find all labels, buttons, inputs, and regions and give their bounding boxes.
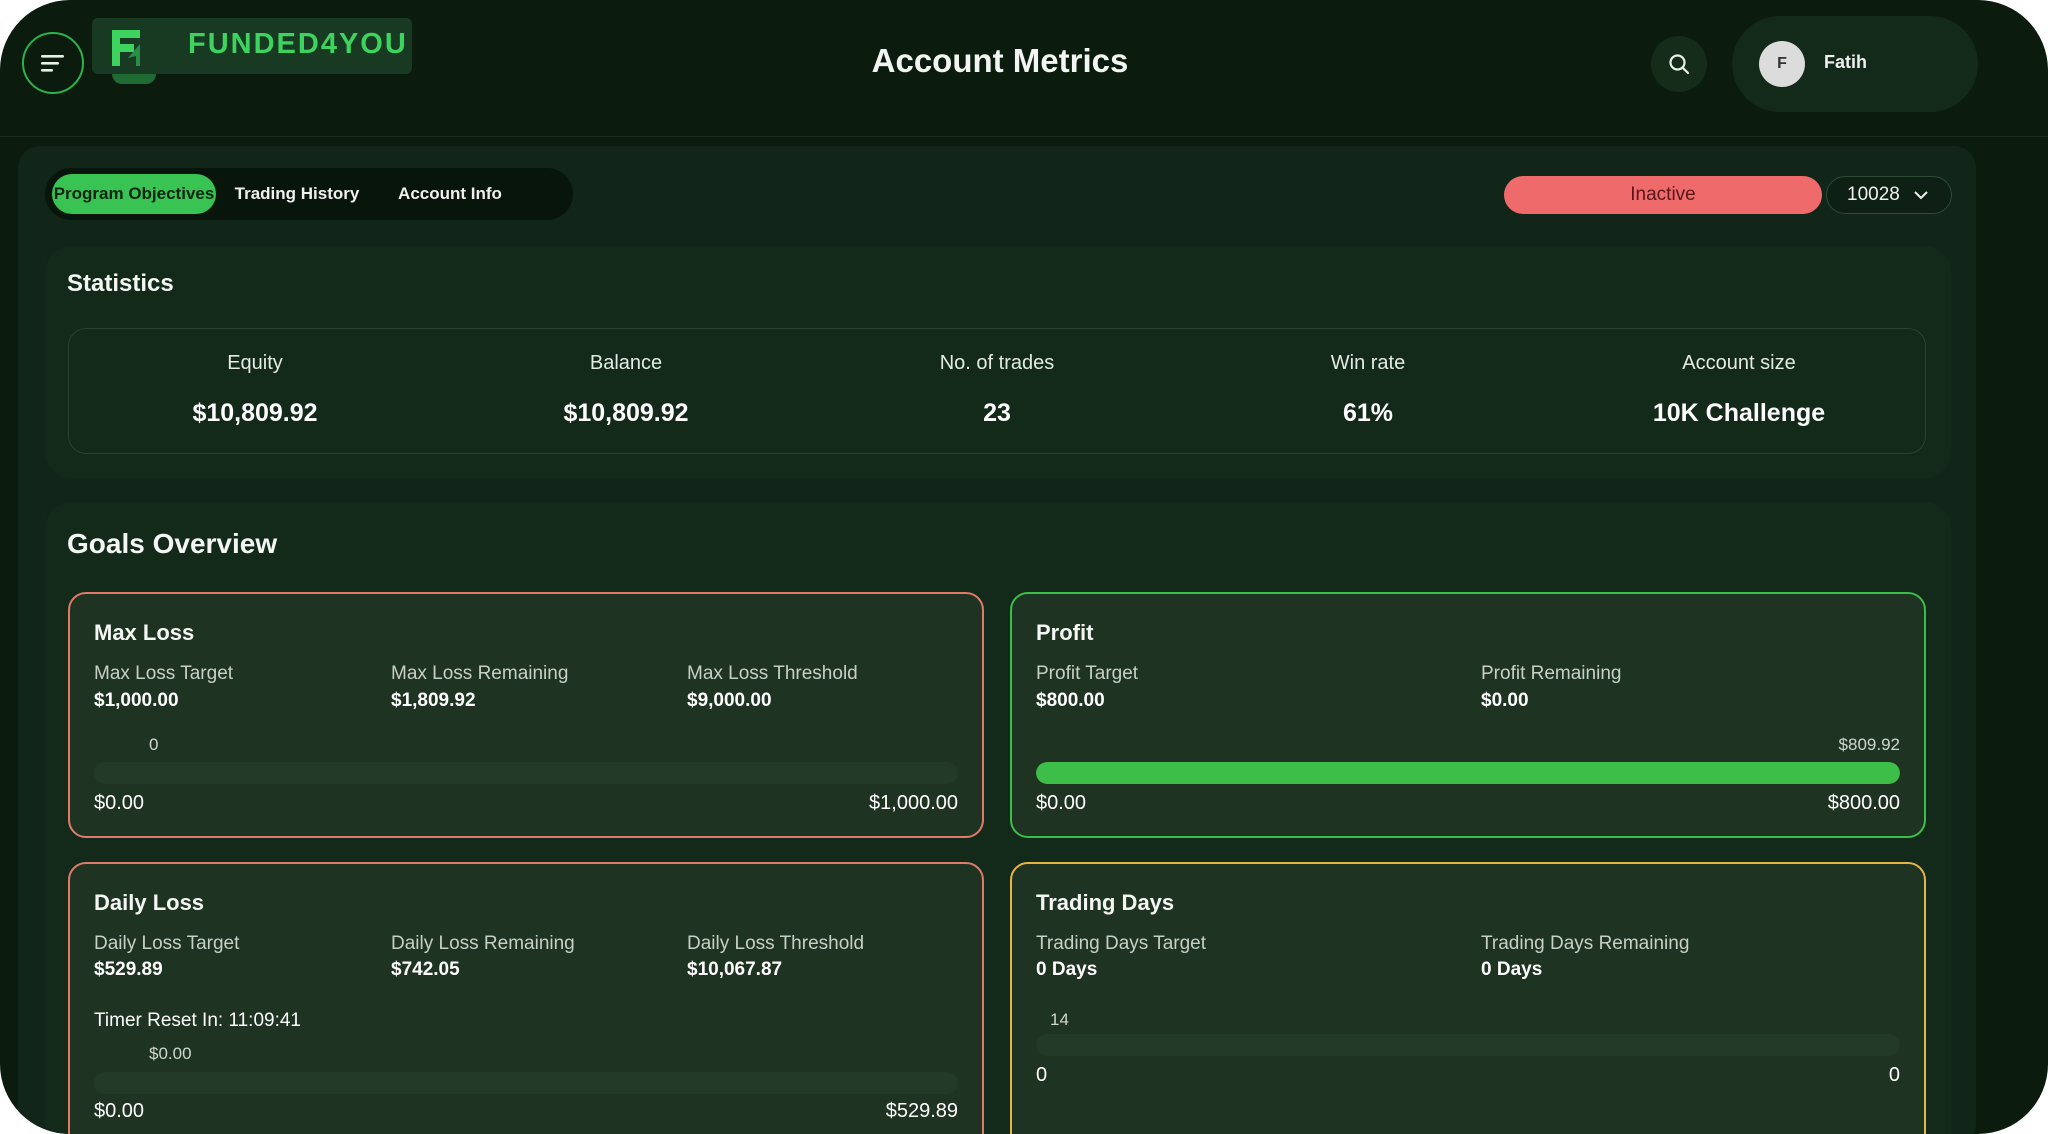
stat-value: 61% <box>1342 399 1394 427</box>
stat-label: Account size <box>1682 352 1796 374</box>
progress-track <box>94 1072 958 1094</box>
metric-label: Profit Target <box>1036 663 1139 684</box>
goal-title: Trading Days <box>1036 890 1175 915</box>
progress-end-label: $529.89 <box>885 1100 958 1122</box>
metric-label: Trading Days Target <box>1036 933 1207 954</box>
metric-value: $1,000.00 <box>94 690 179 711</box>
metric-value: 0 Days <box>1481 959 1543 980</box>
goal-title: Max Loss <box>94 620 195 645</box>
metric-label: Daily Loss Remaining <box>391 933 575 954</box>
app-window: FUNDED4YOU Account Metrics F Fatih Progr… <box>0 0 2048 1134</box>
progress-start-label: $0.00 <box>94 1100 145 1122</box>
main-panel: Program Objectives Trading History Accou… <box>18 146 1976 1134</box>
stat-label: Equity <box>227 352 283 374</box>
search-button[interactable] <box>1651 36 1707 92</box>
tab-account-info[interactable]: Account Info <box>378 174 522 214</box>
progress-end-label: 0 <box>1888 1064 1900 1086</box>
metric-label: Max Loss Remaining <box>391 663 569 684</box>
goals-card: Goals Overview Max Loss Max Loss Target … <box>45 502 1951 1134</box>
avatar: F <box>1759 41 1805 87</box>
metric-value: 0 Days <box>1036 959 1098 980</box>
account-select[interactable]: 10028 <box>1826 176 1952 214</box>
progress-start-label: 0 <box>1036 1064 1048 1086</box>
tab-bar: Program Objectives Trading History Accou… <box>45 168 573 220</box>
metric-label: Trading Days Remaining <box>1481 933 1690 954</box>
stat-value: $10,809.92 <box>192 399 318 427</box>
tab-program-objectives[interactable]: Program Objectives <box>52 174 216 214</box>
progress-track <box>1036 1034 1900 1056</box>
metric-value: $10,067.87 <box>687 959 783 980</box>
progress-start-label: $0.00 <box>94 792 145 814</box>
progress-marker: 14 <box>1050 1010 1069 1029</box>
metric-value: $1,809.92 <box>391 690 476 711</box>
stat-value: 23 <box>983 399 1011 427</box>
progress-fill <box>1036 762 1900 784</box>
progress-end-label: $1,000.00 <box>869 792 958 814</box>
progress-track <box>1036 762 1900 784</box>
metric-value: $9,000.00 <box>687 690 772 711</box>
metric-label: Max Loss Threshold <box>687 663 858 684</box>
statistics-card: Statistics Equity $10,809.92 Balance $10… <box>45 246 1951 478</box>
metric-label: Daily Loss Target <box>94 933 240 954</box>
account-number: 10028 <box>1847 184 1900 205</box>
chevron-down-icon <box>1914 191 1928 200</box>
search-icon <box>1669 54 1690 75</box>
timer-reset: Timer Reset In: 11:09:41 <box>94 1010 301 1031</box>
goals-title: Goals Overview <box>67 528 278 559</box>
metric-value: $0.00 <box>1481 690 1529 711</box>
trading-days-card: Trading Days Trading Days Target 0 Days … <box>1010 862 1926 1134</box>
user-name: Fatih <box>1824 52 1867 72</box>
stat-value: 10K Challenge <box>1652 399 1826 427</box>
metric-value: $800.00 <box>1036 690 1105 711</box>
progress-marker: $0.00 <box>149 1044 192 1063</box>
metric-value: $742.05 <box>391 959 460 980</box>
status-badge: Inactive <box>1504 176 1822 214</box>
progress-marker: $809.92 <box>1838 735 1900 754</box>
progress-end-label: $800.00 <box>1827 792 1900 814</box>
tab-trading-history[interactable]: Trading History <box>221 174 373 214</box>
metric-label: Max Loss Target <box>94 663 234 684</box>
stat-value: $10,809.92 <box>563 399 689 427</box>
top-header: FUNDED4YOU Account Metrics F Fatih <box>0 0 2048 137</box>
user-menu[interactable]: F Fatih <box>1732 16 1978 112</box>
stat-label: Win rate <box>1330 352 1406 374</box>
goal-title: Daily Loss <box>94 890 205 915</box>
statistics-title: Statistics <box>67 270 174 297</box>
metric-value: $529.89 <box>94 959 163 980</box>
stat-label: Balance <box>589 352 663 374</box>
progress-start-label: $0.00 <box>1036 792 1087 814</box>
metric-label: Profit Remaining <box>1481 663 1622 684</box>
max-loss-card: Max Loss Max Loss Target $1,000.00 Max L… <box>68 592 984 838</box>
metric-label: Daily Loss Threshold <box>687 933 865 954</box>
daily-loss-card: Daily Loss Daily Loss Target $529.89 Dai… <box>68 862 984 1134</box>
statistics-box: Equity $10,809.92 Balance $10,809.92 No.… <box>68 328 1926 454</box>
progress-marker: 0 <box>149 735 159 754</box>
profit-card: Profit Profit Target $800.00 Profit Rema… <box>1010 592 1926 838</box>
progress-track <box>94 762 958 784</box>
goal-title: Profit <box>1036 620 1094 645</box>
stat-label: No. of trades <box>939 352 1055 374</box>
